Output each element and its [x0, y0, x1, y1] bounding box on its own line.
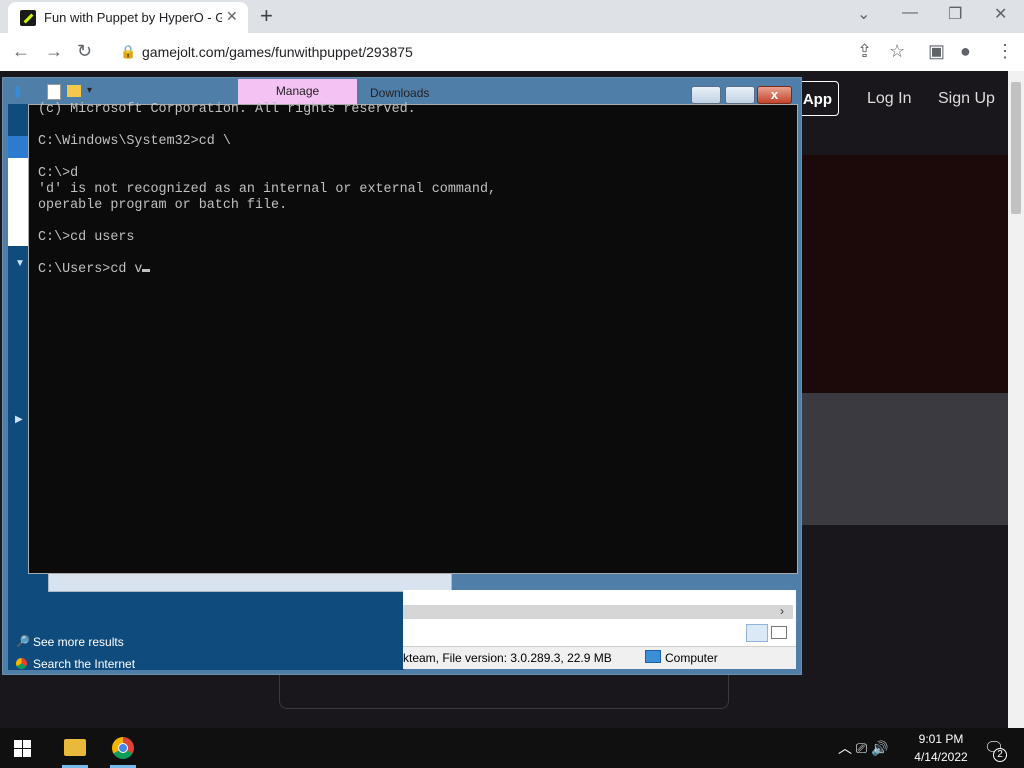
text-cursor: [142, 269, 151, 272]
search-internet-link[interactable]: Search the Internet: [33, 657, 135, 671]
gamejolt-favicon-icon: [20, 10, 36, 26]
forward-icon[interactable]: →: [45, 41, 63, 62]
content-card: [279, 674, 729, 709]
explorer-horizontal-scrollbar[interactable]: [403, 605, 793, 619]
tab-title: Fun with Puppet by HyperO - Ga: [44, 10, 222, 25]
side-panel-icon[interactable]: ▣: [928, 41, 945, 62]
details-view-icon[interactable]: [746, 624, 768, 642]
minimize-window-button[interactable]: —: [902, 4, 918, 22]
status-location: Computer: [665, 651, 718, 665]
back-icon[interactable]: ←: [12, 41, 30, 62]
command-prompt-console[interactable]: (c) Microsoft Corporation. All rights re…: [28, 102, 798, 574]
windows-start-icon[interactable]: [14, 740, 31, 757]
bookmark-star-icon[interactable]: ☆: [889, 41, 905, 62]
console-line: C:\>d: [38, 166, 79, 181]
profile-avatar-icon[interactable]: ●: [960, 41, 971, 62]
browser-tab[interactable]: Fun with Puppet by HyperO - Ga ✕: [8, 2, 248, 33]
share-icon[interactable]: ⇪: [857, 41, 872, 62]
download-arrow-icon[interactable]: ⬇: [11, 83, 24, 103]
console-line: operable program or batch file.: [38, 198, 288, 213]
explorer-close-button[interactable]: x: [757, 86, 792, 104]
lock-icon[interactable]: 🔒: [120, 44, 136, 60]
address-bar[interactable]: gamejolt.com/games/funwithpuppet/293875: [142, 44, 413, 60]
login-link[interactable]: Log In: [867, 90, 911, 108]
ribbon-tab-manage[interactable]: Manage: [238, 79, 357, 104]
close-window-button[interactable]: ✕: [994, 4, 1007, 24]
game-info-panel: [800, 393, 1008, 525]
expand-right-arrow-icon[interactable]: ▶: [15, 414, 23, 425]
console-line: 'd' is not recognized as an internal or …: [38, 182, 497, 197]
close-tab-icon[interactable]: ✕: [226, 8, 238, 25]
signup-link[interactable]: Sign Up: [938, 90, 995, 108]
explorer-status-bar: kteam, File version: 3.0.289.3, 22.9 MB …: [403, 646, 796, 669]
chrome-search-icon: [16, 658, 27, 669]
restore-window-button[interactable]: ❐: [948, 4, 962, 24]
scroll-right-arrow-icon[interactable]: ›: [780, 604, 784, 618]
properties-icon[interactable]: [47, 84, 61, 100]
explorer-maximize-button[interactable]: [725, 86, 755, 104]
console-line: C:\Windows\System32>cd \: [38, 134, 231, 149]
notification-count-badge: 2: [993, 748, 1007, 762]
console-output: (c) Microsoft Corporation. All rights re…: [38, 102, 496, 278]
chrome-taskbar-icon[interactable]: [112, 737, 134, 759]
console-input-line[interactable]: C:\Users>cd v: [38, 262, 142, 277]
computer-icon: [645, 650, 661, 663]
console-line: C:\>cd users: [38, 230, 135, 245]
status-file-info: kteam, File version: 3.0.289.3, 22.9 MB: [403, 651, 612, 665]
quick-access-toolbar: ⬇ ▾: [9, 81, 229, 103]
console-line: (c) Microsoft Corporation. All rights re…: [38, 102, 416, 117]
clock-time[interactable]: 9:01 PM: [918, 732, 964, 746]
large-icons-view-icon[interactable]: [771, 626, 787, 639]
expand-arrow-icon[interactable]: ▼: [15, 258, 25, 269]
new-tab-button[interactable]: +: [260, 3, 273, 29]
file-explorer-taskbar-icon[interactable]: [64, 739, 86, 756]
search-magnifier-icon: 🔎: [16, 636, 30, 648]
page-scrollbar-thumb[interactable]: [1011, 82, 1021, 214]
chrome-menu-icon[interactable]: ⋮: [996, 41, 1014, 62]
tab-search-chevron-icon[interactable]: ⌄: [857, 4, 870, 24]
system-tray-icons[interactable]: ︿ ⎚ 🔊: [838, 738, 888, 758]
search-box[interactable]: [48, 573, 452, 592]
new-folder-icon[interactable]: [67, 85, 81, 97]
window-title-downloads: Downloads: [370, 86, 430, 100]
nav-pane-selected: [8, 136, 28, 158]
game-header-image: [800, 155, 1008, 393]
clock-date[interactable]: 4/14/2022: [910, 750, 972, 764]
reload-icon[interactable]: ↻: [77, 41, 92, 62]
see-more-results-link[interactable]: See more results: [33, 635, 124, 649]
explorer-minimize-button[interactable]: [691, 86, 721, 104]
customize-toolbar-icon[interactable]: ▾: [87, 85, 92, 96]
